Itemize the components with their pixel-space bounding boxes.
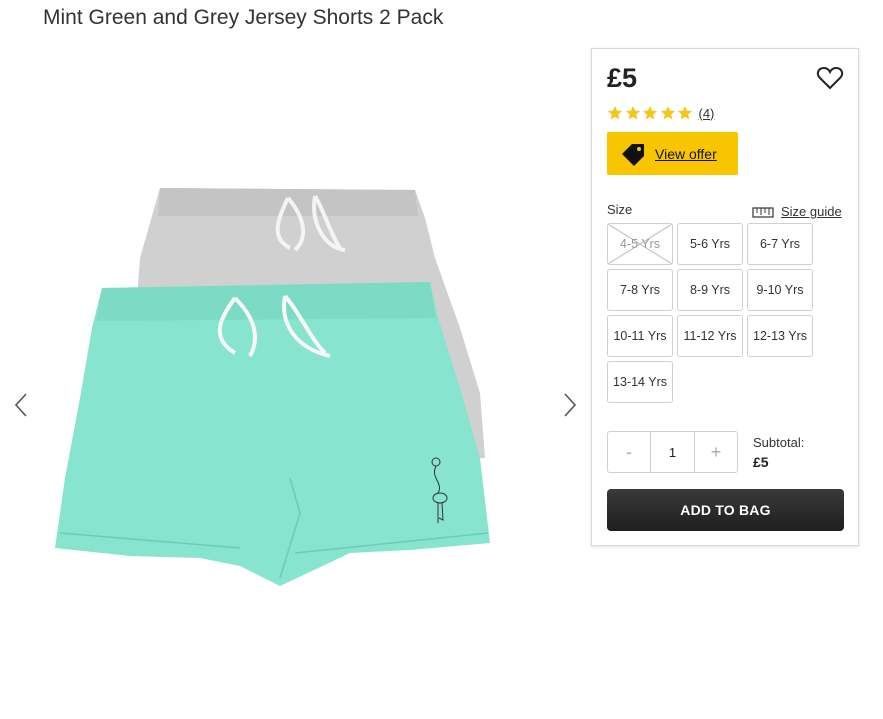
size-option-label: 6-7 Yrs	[759, 237, 801, 251]
purchase-panel: £5 (4) View offer Size Size guide 4-5 Yr…	[591, 48, 859, 546]
product-title: Mint Green and Grey Jersey Shorts 2 Pack	[43, 6, 444, 29]
review-count-link[interactable]: (4)	[699, 106, 715, 121]
product-gallery	[0, 48, 590, 719]
size-option-label: 13-14 Yrs	[613, 375, 667, 389]
size-option[interactable]: 5-6 Yrs	[677, 223, 743, 265]
subtotal-label: Subtotal:	[753, 435, 805, 450]
size-label: Size	[607, 202, 633, 217]
price-tag-icon	[622, 143, 644, 166]
gallery-prev-button[interactable]	[10, 388, 32, 422]
size-option-label: 5-6 Yrs	[689, 237, 731, 251]
star-icon	[608, 106, 622, 120]
size-option-label: 11-12 Yrs	[683, 329, 737, 343]
size-option-label: 7-8 Yrs	[619, 283, 661, 297]
quantity-stepper: - +	[607, 431, 738, 473]
size-option[interactable]: 12-13 Yrs	[747, 315, 813, 357]
size-option[interactable]: 6-7 Yrs	[747, 223, 813, 265]
size-option-label: 4-5 Yrs	[619, 237, 661, 251]
quantity-decrement-button[interactable]: -	[608, 432, 650, 472]
quantity-increment-button[interactable]: +	[695, 432, 737, 472]
star-icon	[625, 106, 640, 120]
ruler-icon	[752, 206, 774, 218]
size-option[interactable]: 13-14 Yrs	[607, 361, 673, 403]
size-option[interactable]: 8-9 Yrs	[677, 269, 743, 311]
heart-outline-icon[interactable]	[816, 64, 844, 92]
size-option[interactable]: 4-5 Yrs	[607, 223, 673, 265]
size-option[interactable]: 9-10 Yrs	[747, 269, 813, 311]
star-icon	[643, 106, 657, 120]
product-image	[55, 188, 490, 586]
subtotal-value: £5	[753, 454, 769, 470]
size-option[interactable]: 10-11 Yrs	[607, 315, 673, 357]
rating: (4)	[607, 105, 714, 121]
size-guide-label: Size guide	[781, 204, 842, 219]
size-option-label: 8-9 Yrs	[689, 283, 731, 297]
size-option-label: 10-11 Yrs	[613, 329, 667, 343]
view-offer-button[interactable]: View offer	[607, 132, 738, 175]
chevron-right-icon	[564, 393, 577, 417]
size-option-label: 9-10 Yrs	[756, 283, 804, 297]
star-icon	[678, 106, 692, 120]
star-icon	[660, 106, 675, 120]
chevron-left-icon	[14, 393, 27, 417]
product-price: £5	[607, 63, 638, 93]
size-option-label: 12-13 Yrs	[753, 329, 807, 343]
view-offer-label: View offer	[655, 145, 717, 162]
quantity-input[interactable]	[650, 432, 695, 472]
size-guide-link[interactable]: Size guide	[752, 204, 842, 219]
gallery-next-button[interactable]	[559, 388, 581, 422]
mint-shorts-illustration	[55, 282, 490, 586]
size-option[interactable]: 7-8 Yrs	[607, 269, 673, 311]
star-rating	[607, 105, 695, 121]
size-option[interactable]: 11-12 Yrs	[677, 315, 743, 357]
add-to-bag-button[interactable]: ADD TO BAG	[607, 489, 844, 531]
